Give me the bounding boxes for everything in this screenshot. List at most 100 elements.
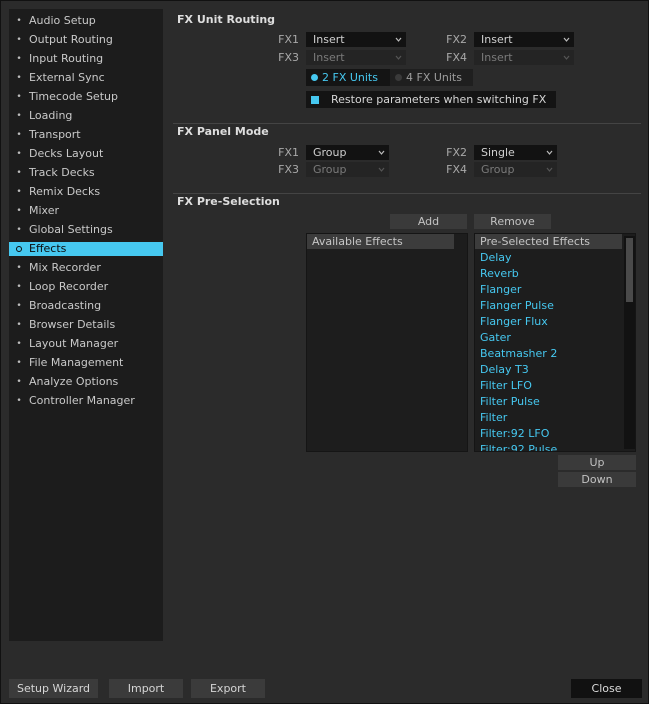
bullet-icon: •	[16, 16, 22, 26]
bullet-icon: •	[16, 396, 22, 406]
four-fx-units-label: 4 FX Units	[406, 71, 462, 84]
panel-fx1-label: FX1	[278, 146, 299, 159]
sidebar-item-decks-layout[interactable]: • Decks Layout	[9, 147, 163, 161]
bullet-icon: •	[16, 358, 22, 368]
list-item[interactable]: Filter:92 LFO	[480, 426, 549, 442]
remove-button[interactable]: Remove	[474, 214, 551, 229]
routing-fx1-dropdown[interactable]: Insert	[306, 32, 406, 47]
list-item[interactable]: Flanger Flux	[480, 314, 548, 330]
sidebar-item-remix-decks[interactable]: • Remix Decks	[9, 185, 163, 199]
sidebar-item-label: External Sync	[29, 71, 105, 84]
restore-parameters-label: Restore parameters when switching FX	[331, 93, 547, 106]
two-fx-units-toggle[interactable]: 2 FX Units	[306, 69, 390, 86]
up-button[interactable]: Up	[558, 455, 636, 470]
restore-parameters-checkbox[interactable]: Restore parameters when switching FX	[306, 91, 556, 108]
panel-fx3-dropdown[interactable]: Group	[306, 162, 389, 177]
preselected-effects-list[interactable]: Pre-Selected Effects Delay Reverb Flanger F…	[474, 233, 636, 452]
sidebar-item-label: Output Routing	[29, 33, 113, 46]
bullet-icon: •	[16, 187, 22, 197]
panel-fx2-dropdown[interactable]: Single	[474, 145, 557, 160]
two-fx-units-label: 2 FX Units	[322, 71, 378, 84]
routing-fx4-value: Insert	[481, 51, 513, 64]
sidebar-item-controller-manager[interactable]: • Controller Manager	[9, 394, 163, 408]
chevron-down-icon	[395, 36, 402, 43]
list-item[interactable]: Gater	[480, 330, 511, 346]
fx-pre-selection-title: FX Pre-Selection	[177, 195, 280, 208]
sidebar-item-audio-setup[interactable]: • Audio Setup	[9, 14, 163, 28]
bullet-icon: •	[16, 301, 22, 311]
sidebar-item-effects[interactable]: Effects	[9, 242, 163, 256]
list-item[interactable]: Filter Pulse	[480, 394, 540, 410]
sidebar-item-label: Browser Details	[29, 318, 116, 331]
bullet-icon: •	[16, 130, 22, 140]
panel-fx1-dropdown[interactable]: Group	[306, 145, 389, 160]
sidebar-item-label: Broadcasting	[29, 299, 102, 312]
radio-off-icon	[395, 73, 402, 81]
sidebar-item-mixer[interactable]: • Mixer	[9, 204, 163, 218]
add-button[interactable]: Add	[390, 214, 467, 229]
panel-fx4-label: FX4	[446, 163, 467, 176]
export-button[interactable]: Export	[191, 679, 265, 698]
sidebar-item-input-routing[interactable]: • Input Routing	[9, 52, 163, 66]
chevron-down-icon	[378, 166, 385, 173]
sidebar-item-file-management[interactable]: • File Management	[9, 356, 163, 370]
scrollbar[interactable]	[624, 236, 635, 449]
sidebar-item-label: Timecode Setup	[29, 90, 118, 103]
four-fx-units-toggle[interactable]: 4 FX Units	[390, 69, 473, 86]
list-item[interactable]: Delay	[480, 250, 512, 266]
sidebar-item-mix-recorder[interactable]: • Mix Recorder	[9, 261, 163, 275]
sidebar-item-browser-details[interactable]: • Browser Details	[9, 318, 163, 332]
sidebar-item-output-routing[interactable]: • Output Routing	[9, 33, 163, 47]
sidebar-item-global-settings[interactable]: • Global Settings	[9, 223, 163, 237]
sidebar-item-loop-recorder[interactable]: • Loop Recorder	[9, 280, 163, 294]
sidebar-item-layout-manager[interactable]: • Layout Manager	[9, 337, 163, 351]
bullet-icon: •	[16, 263, 22, 273]
sidebar-item-track-decks[interactable]: • Track Decks	[9, 166, 163, 180]
chevron-down-icon	[563, 36, 570, 43]
routing-fx3-dropdown[interactable]: Insert	[306, 50, 406, 65]
routing-fx2-dropdown[interactable]: Insert	[474, 32, 574, 47]
routing-fx3-label: FX3	[278, 51, 299, 64]
list-item[interactable]: Reverb	[480, 266, 519, 282]
divider	[173, 123, 641, 124]
list-item[interactable]: Flanger	[480, 282, 521, 298]
down-button[interactable]: Down	[558, 472, 636, 487]
list-item[interactable]: Delay T3	[480, 362, 529, 378]
bullet-icon: •	[16, 339, 22, 349]
sidebar-item-label: Audio Setup	[29, 14, 96, 27]
import-button[interactable]: Import	[109, 679, 183, 698]
list-item[interactable]: Filter LFO	[480, 378, 532, 394]
sidebar-item-external-sync[interactable]: • External Sync	[9, 71, 163, 85]
sidebar-item-broadcasting[interactable]: • Broadcasting	[9, 299, 163, 313]
panel-fx3-value: Group	[313, 163, 347, 176]
list-item[interactable]: Beatmasher 2	[480, 346, 557, 362]
panel-fx2-label: FX2	[446, 146, 467, 159]
sidebar-item-label: Remix Decks	[29, 185, 101, 198]
bullet-icon: •	[16, 73, 22, 83]
list-item[interactable]: Flanger Pulse	[480, 298, 554, 314]
routing-fx1-label: FX1	[278, 33, 299, 46]
available-effects-list[interactable]: Available Effects	[306, 233, 468, 452]
radio-on-icon	[311, 73, 318, 81]
sidebar-item-timecode-setup[interactable]: • Timecode Setup	[9, 90, 163, 104]
sidebar: • Audio Setup • Output Routing • Input Routin…	[9, 9, 163, 641]
routing-fx4-dropdown[interactable]: Insert	[474, 50, 574, 65]
list-item[interactable]: Filter:92 Pulse	[480, 442, 557, 451]
sidebar-item-label: Transport	[29, 128, 81, 141]
sidebar-item-analyze-options[interactable]: • Analyze Options	[9, 375, 163, 389]
bullet-icon: •	[16, 149, 22, 159]
sidebar-item-label: Loading	[29, 109, 73, 122]
scrollbar-thumb[interactable]	[626, 238, 633, 302]
close-button[interactable]: Close	[571, 679, 642, 698]
setup-wizard-button[interactable]: Setup Wizard	[9, 679, 98, 698]
bullet-icon: •	[16, 35, 22, 45]
sidebar-item-transport[interactable]: • Transport	[9, 128, 163, 142]
panel-fx4-dropdown[interactable]: Group	[474, 162, 557, 177]
panel-fx3-label: FX3	[278, 163, 299, 176]
chevron-down-icon	[563, 54, 570, 61]
bullet-icon: •	[16, 282, 22, 292]
list-item[interactable]: Filter	[480, 410, 507, 426]
chevron-down-icon	[378, 149, 385, 156]
ring-bullet-icon	[9, 242, 29, 256]
sidebar-item-loading[interactable]: • Loading	[9, 109, 163, 123]
